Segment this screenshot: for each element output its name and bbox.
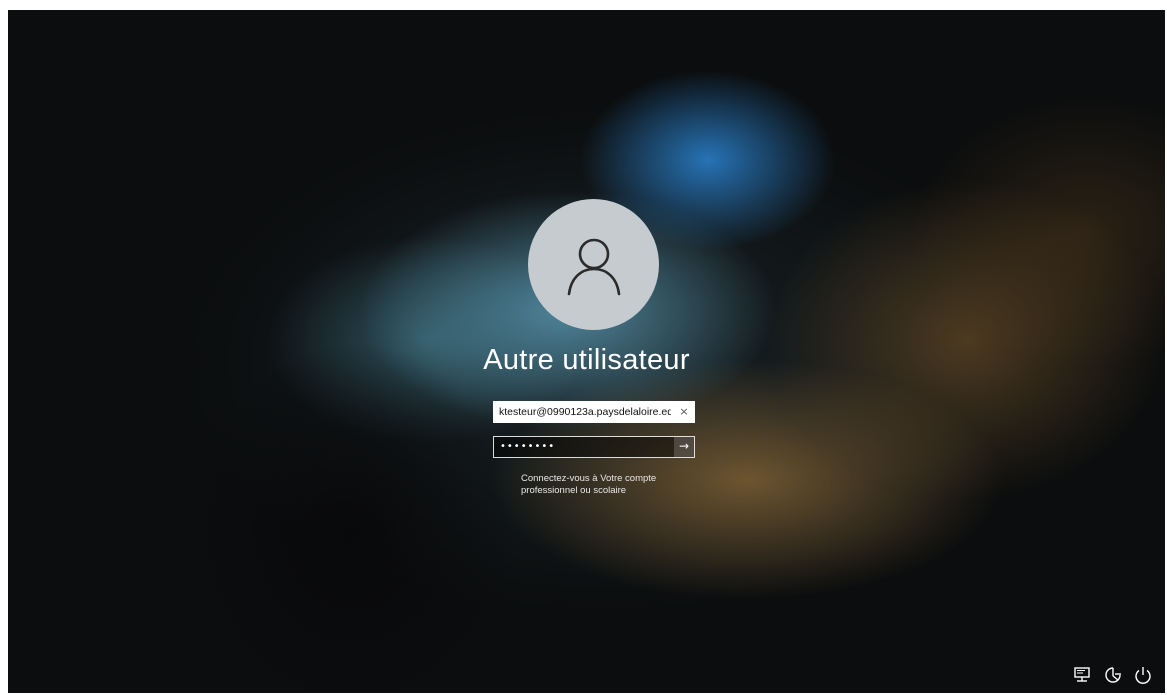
ease-of-access-button[interactable] — [1103, 665, 1123, 685]
network-icon — [1074, 667, 1090, 682]
clear-email-button[interactable]: × — [676, 403, 692, 421]
email-field[interactable]: ktesteur@0990123a.paysdelaloire.edu × — [493, 401, 695, 423]
hint-line-2: professionnel ou scolaire — [521, 485, 627, 496]
ease-of-access-icon — [1105, 667, 1121, 683]
password-value[interactable]: •••••••• — [500, 441, 555, 452]
password-field[interactable]: •••••••• → — [493, 436, 695, 458]
network-button[interactable] — [1073, 665, 1093, 685]
user-silhouette-icon — [567, 238, 620, 295]
lock-screen: Autre utilisateur ktesteur@0990123a.pays… — [8, 10, 1165, 693]
email-value[interactable]: ktesteur@0990123a.paysdelaloire.edu — [499, 406, 671, 418]
power-button[interactable] — [1133, 665, 1153, 685]
background-shadow — [188, 340, 518, 693]
user-avatar — [528, 199, 659, 330]
submit-arrow-button[interactable]: → — [674, 437, 694, 457]
power-icon — [1135, 667, 1151, 684]
sign-in-hint: Connectez-vous à Votre compte profession… — [521, 473, 721, 497]
hint-line-1: Connectez-vous à Votre compte — [521, 473, 657, 484]
system-icons — [1073, 665, 1153, 685]
user-name-heading: Autre utilisateur — [483, 344, 690, 376]
